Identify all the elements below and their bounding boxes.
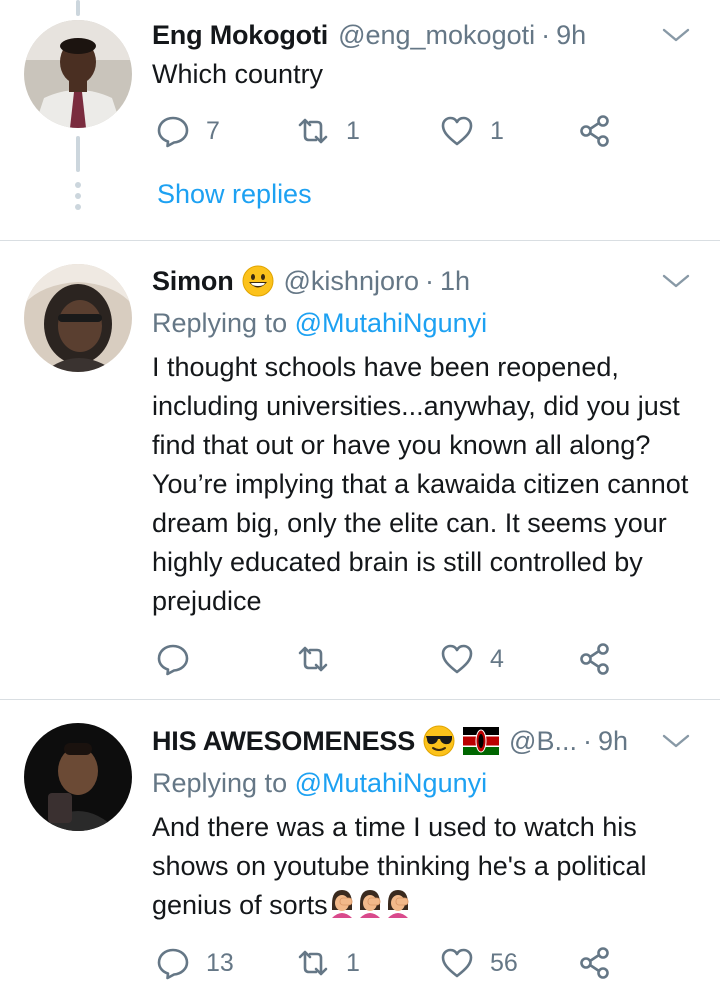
heart-icon (441, 116, 473, 146)
tweet-actions: 13 1 56 (152, 943, 632, 983)
retweet-button[interactable] (296, 639, 346, 679)
chevron-down-icon[interactable] (660, 267, 692, 295)
avatar-his-awesomeness-image (24, 723, 132, 831)
thread-line (76, 136, 80, 172)
retweet-icon (298, 118, 328, 144)
like-button[interactable]: 56 (440, 943, 518, 983)
like-button[interactable]: 4 (440, 639, 504, 679)
retweet-icon (298, 646, 328, 672)
reply-icon (157, 116, 189, 148)
reply-button[interactable] (156, 639, 206, 679)
reply-count: 13 (206, 948, 234, 977)
tweet-text: I thought schools have been reopened, in… (152, 352, 689, 616)
retweet-count: 1 (346, 116, 360, 145)
like-count: 4 (490, 644, 504, 673)
reply-button[interactable]: 13 (156, 943, 234, 983)
reply-icon (157, 948, 189, 980)
chevron-down-icon[interactable] (660, 21, 692, 49)
tweet-actions: 7 1 1 (152, 111, 632, 151)
tweet-time[interactable]: 1h (440, 263, 470, 299)
thread-line-top (76, 0, 80, 16)
author-name[interactable]: Eng Mokogoti (152, 17, 328, 53)
share-icon (580, 115, 609, 147)
share-button[interactable] (578, 639, 612, 679)
show-replies-link[interactable]: Show replies (157, 176, 312, 212)
retweet-button[interactable]: 1 (296, 943, 360, 983)
retweet-count: 1 (346, 948, 360, 977)
separator: · (541, 20, 551, 50)
replying-to-label: Replying to (152, 768, 288, 798)
heart-icon (441, 644, 473, 674)
like-count: 1 (490, 116, 504, 145)
replying-to-mention[interactable]: @MutahiNgunyi (295, 308, 488, 338)
kenya-flag-emoji (463, 727, 500, 755)
replying-to-label: Replying to (152, 308, 288, 338)
avatar[interactable] (24, 723, 132, 831)
reply-count: 7 (206, 116, 220, 145)
author-handle[interactable]: @eng_mokogoti (338, 17, 535, 53)
tweet-1[interactable]: Eng Mokogoti @eng_mokogoti · 9h Which co… (0, 0, 720, 240)
avatar[interactable] (24, 20, 132, 128)
author-handle[interactable]: @B... (509, 723, 577, 759)
retweet-icon (298, 950, 328, 976)
author-name[interactable]: Simon (152, 263, 234, 299)
tweet-text: And there was a time I used to watch his… (152, 808, 700, 925)
author-handle[interactable]: @kishnjoro (284, 263, 419, 299)
reply-button[interactable]: 7 (156, 111, 220, 151)
reply-icon (157, 644, 189, 676)
separator: · (424, 266, 434, 296)
grinning-face-emoji (242, 265, 274, 297)
share-icon (580, 643, 609, 675)
tweet-header: HIS AWESOMENESS @B... · 9h (152, 723, 700, 759)
replying-to: Replying to @MutahiNgunyi (152, 305, 487, 341)
avatar-eng-mokogoti-image (24, 20, 132, 128)
woman-facepalming-emoji (331, 890, 408, 918)
chevron-down-icon[interactable] (660, 727, 692, 755)
tweet-time[interactable]: 9h (556, 17, 586, 53)
separator: · (582, 726, 592, 756)
tweet-3[interactable]: HIS AWESOMENESS @B... · 9h Replying to @… (0, 700, 720, 1004)
like-button[interactable]: 1 (440, 111, 504, 151)
author-name[interactable]: HIS AWESOMENESS (152, 723, 415, 759)
thread-dots (75, 182, 81, 215)
tweet-text: Which country (152, 59, 324, 89)
replying-to-mention[interactable]: @MutahiNgunyi (295, 768, 488, 798)
share-button[interactable] (578, 943, 612, 983)
smiling-face-with-sunglasses-emoji (423, 725, 455, 757)
tweet-actions: 4 (152, 639, 632, 679)
tweet-header: Simon @kishnjoro · 1h (152, 263, 700, 299)
tweet-header: Eng Mokogoti @eng_mokogoti · 9h (152, 17, 700, 53)
share-icon (580, 947, 609, 979)
replying-to: Replying to @MutahiNgunyi (152, 765, 487, 801)
avatar-simon-image (24, 264, 132, 372)
retweet-button[interactable]: 1 (296, 111, 360, 151)
share-button[interactable] (578, 111, 612, 151)
tweet-time[interactable]: 9h (598, 723, 628, 759)
avatar[interactable] (24, 264, 132, 372)
tweet-2[interactable]: Simon @kishnjoro · 1h Replying to @Mutah… (0, 241, 720, 699)
like-count: 56 (490, 948, 518, 977)
heart-icon (441, 948, 473, 978)
